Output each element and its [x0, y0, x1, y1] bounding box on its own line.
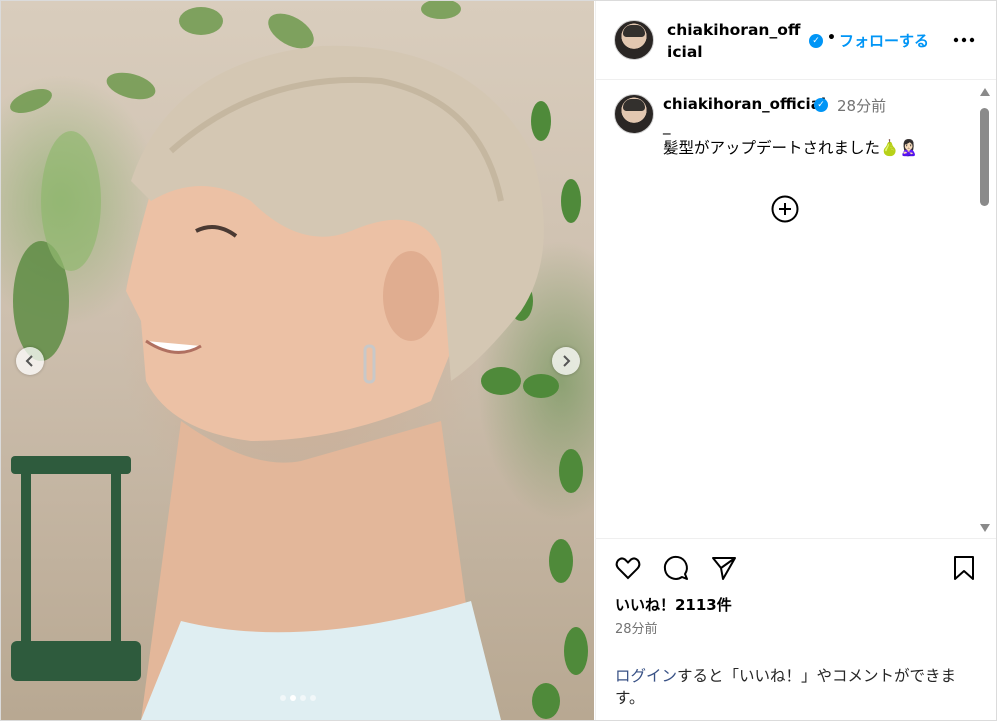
carousel-next-button[interactable]: [552, 347, 580, 375]
post-header: chiakihoran_official ✓ • フォローする: [596, 1, 996, 80]
chevron-right-icon: [563, 355, 571, 367]
caption-dash: _: [663, 117, 671, 135]
heart-icon[interactable]: [614, 554, 642, 582]
follow-button[interactable]: フォローする: [839, 30, 929, 51]
load-more-comments-icon[interactable]: [770, 194, 800, 224]
post-username[interactable]: chiakihoran_official: [667, 19, 802, 63]
carousel-indicator: [1, 695, 594, 701]
verified-badge-icon: ✓: [814, 98, 828, 112]
chevron-left-icon: [25, 355, 33, 367]
bookmark-icon[interactable]: [951, 554, 977, 582]
likes-count[interactable]: いいね！2113件: [615, 594, 732, 615]
carousel-prev-button[interactable]: [16, 347, 44, 375]
scroll-up-arrow-icon[interactable]: [980, 88, 990, 96]
login-prompt: ログインすると「いいね！」やコメントができます。: [615, 665, 980, 709]
caption-text: 髪型がアップデートされました🍐🙎🏻‍♀️: [663, 139, 919, 157]
scroll-down-arrow-icon[interactable]: [980, 524, 990, 532]
instagram-embed: chiakihoran_official ✓ • フォローする chiakiho…: [0, 0, 997, 721]
avatar[interactable]: [614, 20, 654, 60]
post-media[interactable]: [1, 1, 594, 720]
verified-badge-icon: ✓: [809, 34, 823, 48]
comment-icon[interactable]: [662, 554, 690, 582]
caption-time: 28分前: [837, 97, 887, 115]
post-timestamp: 28分前: [615, 622, 658, 637]
carousel-dot: [299, 695, 306, 701]
carousel-dot: [309, 695, 316, 701]
ellipsis-icon[interactable]: [953, 29, 975, 51]
separator-dot: •: [827, 30, 836, 46]
login-link[interactable]: ログイン: [615, 667, 677, 685]
caption-avatar[interactable]: [614, 94, 654, 134]
post-side-panel: chiakihoran_official ✓ • フォローする chiakiho…: [595, 1, 996, 720]
caption-username[interactable]: chiakihoran_official: [663, 95, 826, 113]
comments-scrollbar[interactable]: [977, 84, 991, 534]
scrollbar-thumb[interactable]: [980, 108, 989, 206]
post-photo: [10, 1, 588, 720]
share-icon[interactable]: [710, 554, 738, 582]
carousel-dot-active: [289, 695, 296, 701]
carousel-dot: [279, 695, 286, 701]
post-actions: いいね！2113件 28分前 ログインすると「いいね！」やコメントができます。: [596, 539, 996, 720]
comments-section: chiakihoran_official ✓ 28分前 _ 髪型がアップデートさ…: [596, 80, 996, 539]
